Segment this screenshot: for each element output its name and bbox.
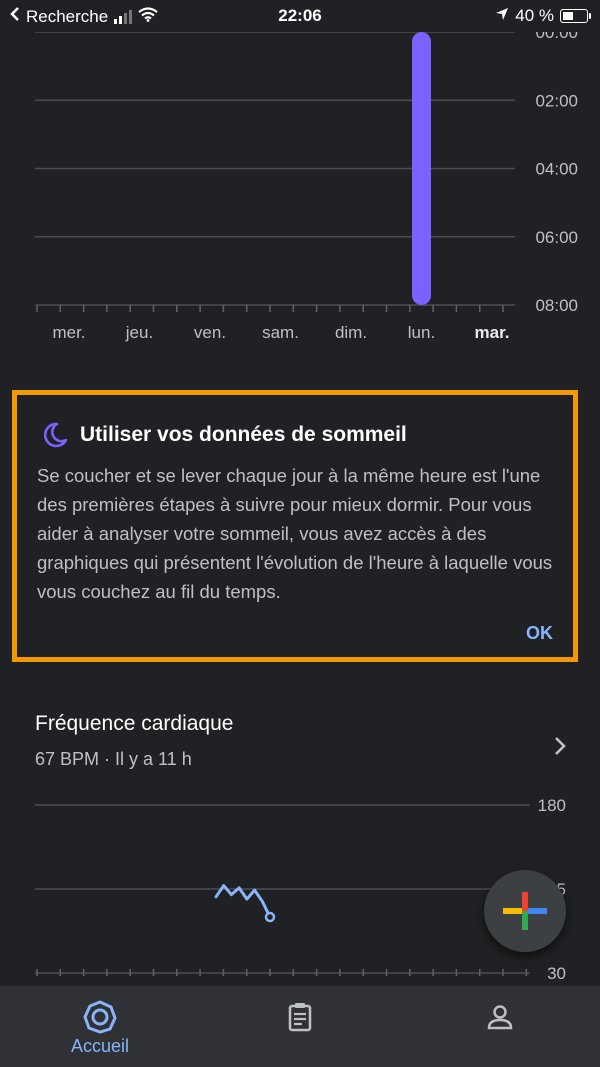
nav-home[interactable]: Accueil bbox=[0, 986, 200, 1067]
hr-series-line bbox=[214, 884, 272, 919]
nav-home-label: Accueil bbox=[70, 1036, 130, 1056]
battery-percent: 40 % bbox=[515, 6, 554, 25]
nav-journal[interactable] bbox=[200, 986, 400, 1067]
ok-button[interactable]: OK bbox=[526, 623, 553, 644]
sleep-y-tick-label: 08:00 bbox=[535, 296, 578, 315]
sleep-y-tick-label: 06:00 bbox=[535, 228, 578, 247]
sleep-chart-svg: 00:00 02:00 04:00 06:00 08:00 mer. jeu. ven. sam… bbox=[35, 23, 578, 342]
sleep-x-tick-label: mer. bbox=[52, 323, 85, 342]
bottom-navigation: Accueil bbox=[0, 986, 600, 1067]
home-ring-icon bbox=[83, 1000, 117, 1034]
hr-y-tick-label: 30 bbox=[547, 964, 566, 983]
journal-icon bbox=[283, 1000, 317, 1034]
moon-icon bbox=[41, 421, 69, 449]
sleep-y-tick-label: 04:00 bbox=[535, 160, 578, 179]
hr-last-point bbox=[264, 911, 276, 923]
nav-profile[interactable] bbox=[400, 986, 600, 1067]
sleep-x-tick-label: ven. bbox=[194, 323, 226, 342]
battery-icon bbox=[560, 9, 591, 23]
location-arrow-icon bbox=[495, 6, 509, 26]
sleep-x-tick-label: sam. bbox=[262, 323, 299, 342]
sleep-x-tick-label: dim. bbox=[335, 323, 367, 342]
profile-icon bbox=[483, 1000, 517, 1034]
sleep-card-body: Se coucher et se lever chaque jour à la … bbox=[37, 465, 553, 602]
status-right: 40 % bbox=[495, 6, 591, 26]
sleep-y-tick-label: 00:00 bbox=[535, 32, 578, 42]
sleep-chart: 00:00 02:00 04:00 06:00 08:00 mer. jeu. ven. sam… bbox=[0, 23, 600, 352]
sleep-x-tick-label: mar. bbox=[475, 323, 510, 342]
hr-y-tick-label: 180 bbox=[538, 796, 566, 815]
sleep-card-title: Utiliser vos données de sommeil bbox=[80, 423, 407, 446]
sleep-x-tick-label: jeu. bbox=[125, 323, 153, 342]
plus-icon bbox=[503, 892, 547, 930]
status-bar: Recherche 22:06 40 % bbox=[0, 0, 600, 32]
sleep-info-card: Utiliser vos données de sommeil Se couch… bbox=[12, 390, 578, 662]
sleep-y-tick-label: 02:00 bbox=[535, 91, 578, 110]
heart-rate-title[interactable]: Fréquence cardiaque bbox=[35, 712, 233, 736]
add-button[interactable] bbox=[484, 870, 566, 952]
sleep-x-tick-label: lun. bbox=[408, 323, 435, 342]
heart-rate-subtitle: 67 BPM · Il y a 11 h bbox=[35, 749, 192, 769]
chevron-right-icon[interactable] bbox=[548, 734, 572, 758]
sleep-bar bbox=[412, 32, 431, 305]
